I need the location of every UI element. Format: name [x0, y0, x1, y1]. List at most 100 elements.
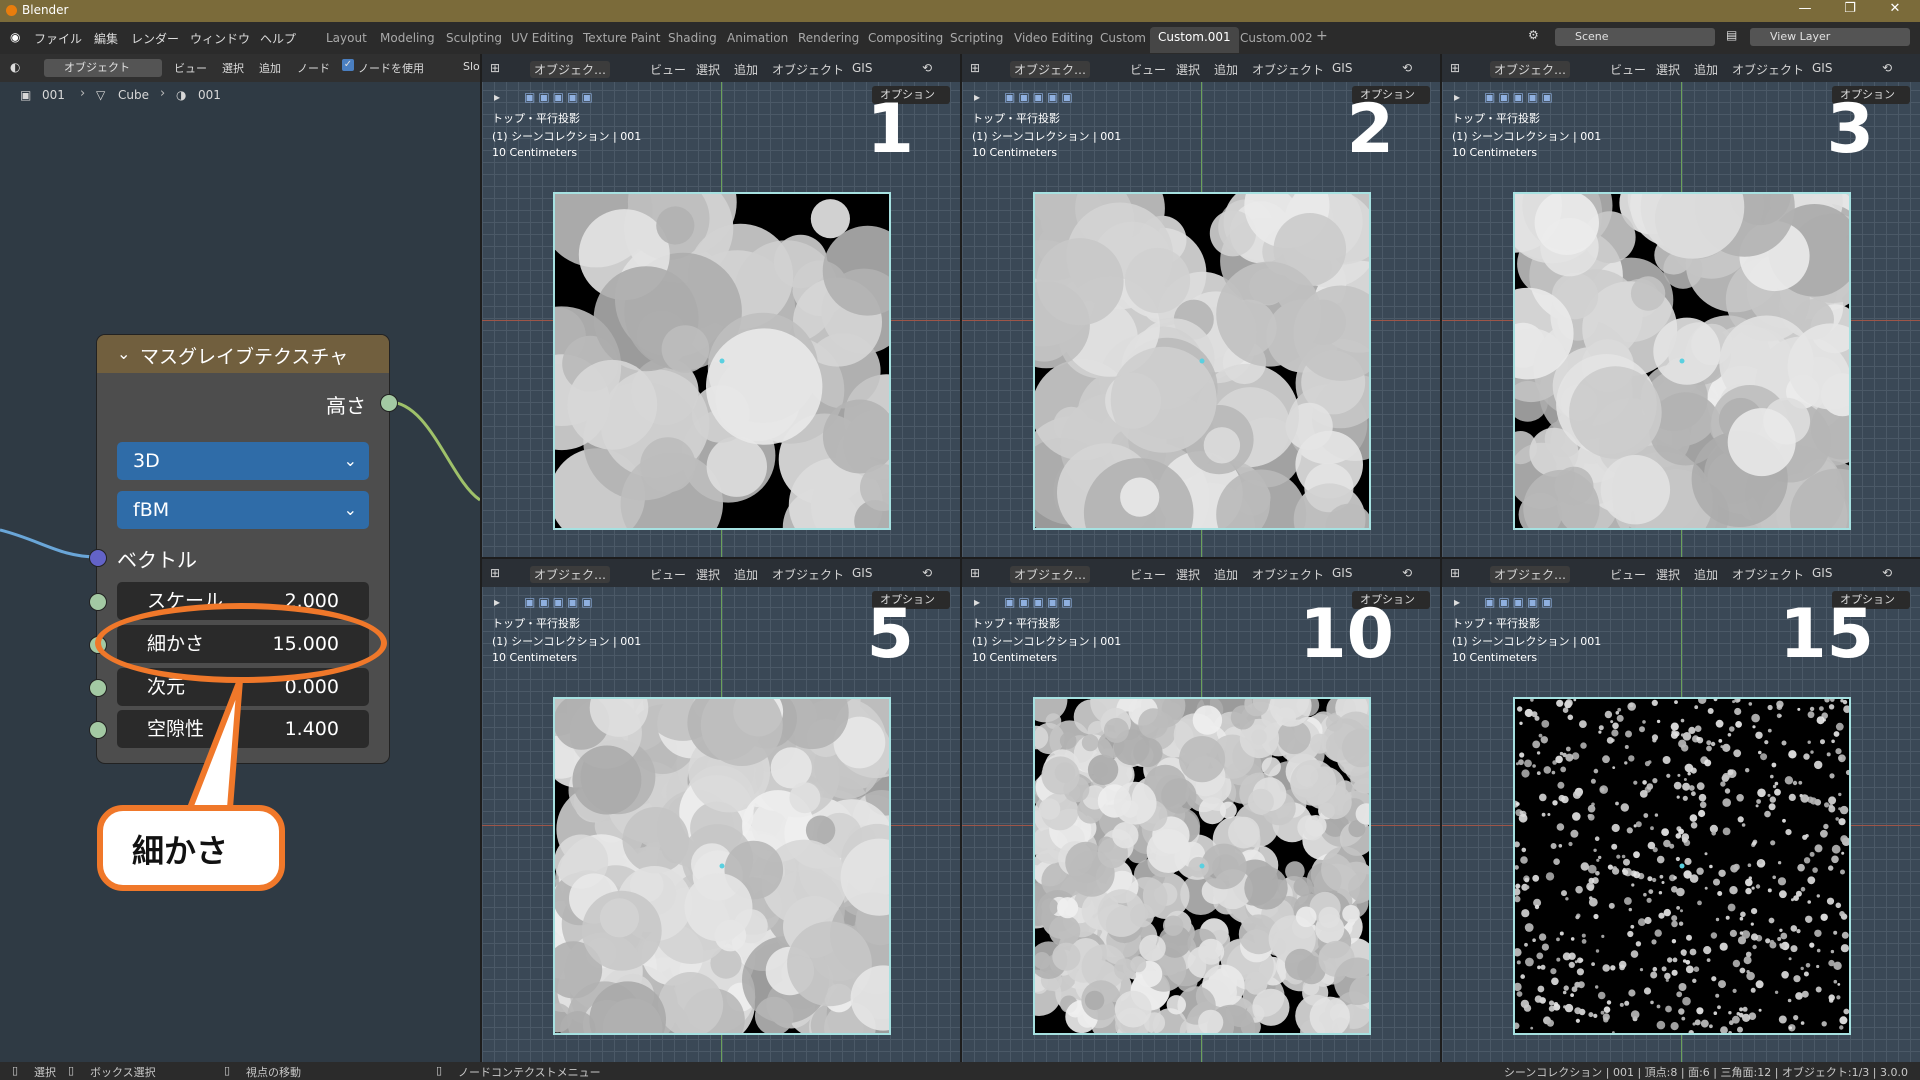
scale-input-socket[interactable] — [89, 593, 107, 611]
viewport-6[interactable]: ⊞ オブジェク… ビュー 選択 追加 オブジェクト GIS ⟲ ▸ ▣▣▣▣▣ オプション トップ・平… — [1442, 559, 1920, 1062]
collapse-chevron-icon[interactable]: ⌄ — [117, 344, 130, 363]
tab-uv-editing[interactable]: UV Editing — [511, 31, 574, 45]
close-button[interactable]: ✕ — [1880, 1, 1910, 16]
menu-object[interactable]: オブジェクト — [1732, 566, 1804, 583]
selection-mode-icons[interactable]: ▣▣▣▣▣ — [1004, 90, 1076, 104]
menu-view[interactable]: ビュー — [1130, 566, 1166, 583]
mode-dropdown[interactable]: オブジェク… — [530, 566, 611, 583]
menu-select[interactable]: 選択 — [696, 61, 720, 78]
viewport-number-label: 2 — [1346, 90, 1394, 169]
menu-add[interactable]: 追加 — [734, 61, 758, 78]
menu-view[interactable]: ビュー — [1610, 566, 1646, 583]
mode-dropdown[interactable]: オブジェク… — [530, 61, 611, 78]
menu-add[interactable]: 追加 — [1214, 566, 1238, 583]
musgrave-type-dropdown[interactable]: fBM ⌄ — [117, 491, 369, 529]
minimize-button[interactable]: — — [1790, 1, 1820, 16]
height-output-wire — [388, 400, 480, 502]
mouse-drag-icon: ▯ — [68, 1064, 75, 1077]
selection-mode-icons[interactable]: ▣▣▣▣▣ — [524, 90, 596, 104]
vector-input-socket[interactable] — [89, 549, 107, 567]
menu-view[interactable]: ビュー — [650, 566, 686, 583]
view-layer-icon[interactable]: ▤ — [1726, 28, 1737, 42]
editor-type-icon[interactable]: ⊞ — [970, 566, 980, 580]
viewport-2[interactable]: ⊞ オブジェク… ビュー 選択 追加 オブジェクト GIS ⟲ ▸ ▣▣▣▣▣ オプション トップ・平… — [962, 54, 1440, 557]
editor-type-icon[interactable]: ⊞ — [1450, 566, 1460, 580]
selection-mode-icons[interactable]: ▣▣▣▣▣ — [524, 595, 596, 609]
menu-object[interactable]: オブジェクト — [772, 61, 844, 78]
tab-video-editing[interactable]: Video Editing — [1014, 31, 1093, 45]
menu-add[interactable]: 追加 — [1694, 566, 1718, 583]
menu-gis[interactable]: GIS — [852, 566, 872, 580]
mode-dropdown[interactable]: オブジェク… — [1010, 61, 1091, 78]
scene-icon[interactable]: ⚙ — [1528, 28, 1539, 42]
menu-gis[interactable]: GIS — [852, 61, 872, 75]
noise-pattern — [555, 699, 889, 1033]
mode-dropdown[interactable]: オブジェク… — [1010, 566, 1091, 583]
tab-shading[interactable]: Shading — [668, 31, 717, 45]
tool-icon[interactable]: ▸ — [1454, 595, 1460, 609]
height-output-socket[interactable] — [380, 394, 398, 412]
tab-custom[interactable]: Custom — [1100, 31, 1146, 45]
tab-texture-paint[interactable]: Texture Paint — [583, 31, 660, 45]
tool-icon[interactable]: ▸ — [1454, 90, 1460, 104]
add-workspace-button[interactable]: + — [1316, 28, 1328, 44]
menu-select[interactable]: 選択 — [696, 566, 720, 583]
transform-gizmo-icon[interactable]: ⟲ — [1402, 566, 1412, 580]
menu-object[interactable]: オブジェクト — [772, 566, 844, 583]
maximize-button[interactable]: ❐ — [1835, 1, 1865, 16]
menu-view[interactable]: ビュー — [1130, 61, 1166, 78]
selection-mode-icons[interactable]: ▣▣▣▣▣ — [1484, 90, 1556, 104]
viewport-3[interactable]: ⊞ オブジェク… ビュー 選択 追加 オブジェクト GIS ⟲ ▸ ▣▣▣▣▣ オプション トップ・平… — [1442, 54, 1920, 557]
menu-gis[interactable]: GIS — [1812, 566, 1832, 580]
menu-object[interactable]: オブジェクト — [1732, 61, 1804, 78]
tool-icon[interactable]: ▸ — [494, 595, 500, 609]
editor-type-icon[interactable]: ⊞ — [1450, 61, 1460, 75]
viewport-5[interactable]: ⊞ オブジェク… ビュー 選択 追加 オブジェクト GIS ⟲ ▸ ▣▣▣▣▣ オプション トップ・平… — [962, 559, 1440, 1062]
menu-view[interactable]: ビュー — [650, 61, 686, 78]
tab-animation[interactable]: Animation — [727, 31, 788, 45]
menu-gis[interactable]: GIS — [1812, 61, 1832, 75]
menu-select[interactable]: 選択 — [1656, 566, 1680, 583]
tab-rendering[interactable]: Rendering — [798, 31, 859, 45]
selection-mode-icons[interactable]: ▣▣▣▣▣ — [1484, 595, 1556, 609]
tool-icon[interactable]: ▸ — [974, 595, 980, 609]
viewport-number-label: 5 — [866, 595, 914, 674]
chevron-down-icon: ⌄ — [343, 500, 357, 519]
transform-gizmo-icon[interactable]: ⟲ — [1402, 61, 1412, 75]
transform-gizmo-icon[interactable]: ⟲ — [922, 61, 932, 75]
tab-compositing[interactable]: Compositing — [868, 31, 943, 45]
menu-gis[interactable]: GIS — [1332, 61, 1352, 75]
viewport-1[interactable]: ⊞ オブジェク… ビュー 選択 追加 オブジェクト GIS ⟲ ▸ ▣▣▣▣▣ オプション トップ・平… — [482, 54, 960, 557]
transform-gizmo-icon[interactable]: ⟲ — [922, 566, 932, 580]
mouse-middle-icon: ▯ — [224, 1064, 231, 1077]
editor-type-icon[interactable]: ⊞ — [490, 61, 500, 75]
dimension-input-socket[interactable] — [89, 679, 107, 697]
menu-gis[interactable]: GIS — [1332, 566, 1352, 580]
view-layer-field[interactable]: View Layer — [1750, 28, 1910, 46]
transform-gizmo-icon[interactable]: ⟲ — [1882, 566, 1892, 580]
menu-select[interactable]: 選択 — [1176, 566, 1200, 583]
mode-dropdown[interactable]: オブジェク… — [1490, 61, 1571, 78]
tool-icon[interactable]: ▸ — [494, 90, 500, 104]
scene-field[interactable]: Scene — [1555, 28, 1715, 46]
menu-select[interactable]: 選択 — [1176, 61, 1200, 78]
menu-view[interactable]: ビュー — [1610, 61, 1646, 78]
tab-custom-002[interactable]: Custom.002 — [1240, 31, 1313, 45]
mode-dropdown[interactable]: オブジェク… — [1490, 566, 1571, 583]
lacunarity-input-socket[interactable] — [89, 721, 107, 739]
editor-type-icon[interactable]: ⊞ — [490, 566, 500, 580]
tool-icon[interactable]: ▸ — [974, 90, 980, 104]
selection-mode-icons[interactable]: ▣▣▣▣▣ — [1004, 595, 1076, 609]
menu-select[interactable]: 選択 — [1656, 61, 1680, 78]
viewport-4[interactable]: ⊞ オブジェク… ビュー 選択 追加 オブジェクト GIS ⟲ ▸ ▣▣▣▣▣ オプション トップ・平… — [482, 559, 960, 1062]
transform-gizmo-icon[interactable]: ⟲ — [1882, 61, 1892, 75]
menu-add[interactable]: 追加 — [1214, 61, 1238, 78]
dimension-dropdown[interactable]: 3D ⌄ — [117, 442, 369, 480]
editor-type-icon[interactable]: ⊞ — [970, 61, 980, 75]
menu-object[interactable]: オブジェクト — [1252, 566, 1324, 583]
tab-custom-001[interactable]: Custom.001 — [1150, 27, 1239, 53]
menu-add[interactable]: 追加 — [734, 566, 758, 583]
menu-object[interactable]: オブジェクト — [1252, 61, 1324, 78]
menu-add[interactable]: 追加 — [1694, 61, 1718, 78]
tab-scripting[interactable]: Scripting — [950, 31, 1003, 45]
